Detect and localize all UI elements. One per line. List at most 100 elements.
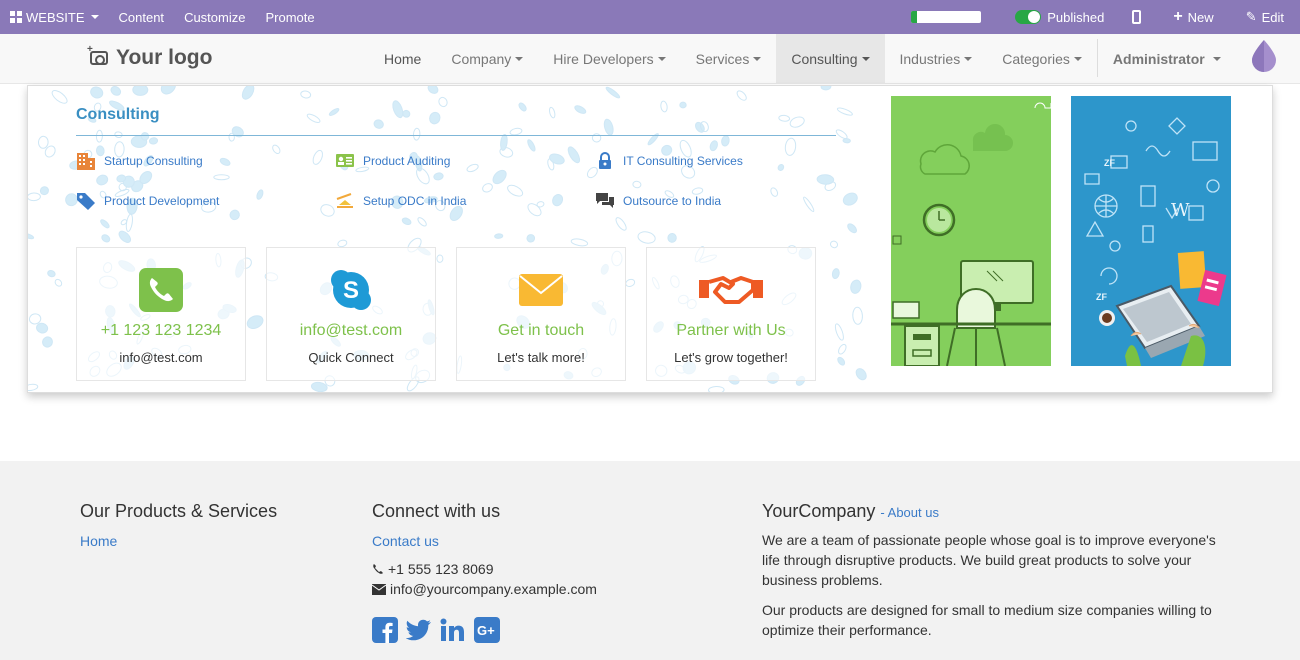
linkedin-icon[interactable] (440, 617, 466, 643)
published-toggle[interactable]: Published (1005, 0, 1126, 34)
lock-icon (599, 152, 611, 169)
footer-phone: +1 555 123 8069 (372, 559, 597, 579)
caret-down-icon (515, 56, 524, 61)
contact-card-skype[interactable]: S info@test.com Quick Connect (266, 247, 436, 381)
user-menu[interactable]: Administrator (1098, 34, 1236, 83)
website-menu-toggle[interactable]: WEBSITE (0, 0, 109, 34)
new-button[interactable]: + New (1163, 0, 1235, 34)
nav-company[interactable]: Company (436, 34, 538, 83)
footer-email: info@yourcompany.example.com (372, 579, 597, 599)
google-plus-icon[interactable]: G+ (474, 617, 500, 643)
link-it-consulting-services[interactable]: IT Consulting Services (595, 151, 743, 171)
nav-consulting[interactable]: Consulting (776, 34, 885, 83)
card-title: Get in touch (497, 322, 585, 339)
card-subtitle: Let's talk more! (497, 350, 585, 365)
nav-services[interactable]: Services (681, 34, 777, 83)
nav-hire-developers[interactable]: Hire Developers (538, 34, 680, 83)
customize-menu[interactable]: Customize (174, 0, 255, 34)
link-setup-odc-india[interactable]: Setup ODC in India (335, 191, 466, 211)
footer-home-link[interactable]: Home (80, 533, 277, 549)
seo-progress-bar[interactable] (911, 11, 982, 23)
website-menu-label: WEBSITE (26, 9, 85, 25)
card-subtitle: Let's grow together! (674, 350, 788, 365)
envelope-icon (372, 583, 386, 595)
link-product-auditing[interactable]: Product Auditing (335, 151, 450, 171)
nav-industries-label: Industries (899, 50, 961, 67)
toggle-switch (1015, 10, 1042, 24)
footer-company-title: YourCompany - About us (762, 501, 1222, 522)
nav-home-label: Home (384, 50, 422, 67)
id-card-icon (336, 154, 354, 167)
nav-categories[interactable]: Categories (987, 34, 1097, 83)
site-footer: Our Products & Services Home Connect wit… (0, 461, 1300, 660)
site-logo[interactable]: Your logo (87, 44, 212, 70)
consulting-mega-menu: Consulting Startup Consulting Product Au… (27, 85, 1273, 393)
pencil-icon: ✎ (1245, 9, 1257, 24)
nav-industries[interactable]: Industries (885, 34, 988, 83)
mobile-preview-button[interactable] (1126, 0, 1163, 34)
contact-card-partner[interactable]: Partner with Us Let's grow together! (646, 247, 816, 381)
chat-icon (596, 193, 614, 208)
link-label: Setup ODC in India (363, 194, 467, 208)
caret-down-icon (964, 56, 973, 61)
card-title: +1 123 123 1234 (100, 322, 222, 339)
footer-contact-link[interactable]: Contact us (372, 533, 597, 549)
published-label: Published (1047, 9, 1105, 25)
footer-connect-column: Connect with us Contact us +1 555 123 80… (372, 501, 597, 643)
contact-card-email[interactable]: Get in touch Let's talk more! (456, 247, 626, 381)
new-label: New (1187, 9, 1214, 25)
content-menu[interactable]: Content (109, 0, 175, 34)
edit-label: Edit (1261, 9, 1284, 25)
footer-company-description: We are a team of passionate people whose… (762, 532, 1216, 588)
apps-grid-icon (10, 11, 22, 23)
link-startup-consulting[interactable]: Startup Consulting (76, 151, 203, 171)
footer-products-column: Our Products & Services Home (80, 501, 277, 549)
plus-icon: + (1173, 8, 1183, 25)
contact-card-phone[interactable]: +1 123 123 1234 info@test.com (76, 247, 246, 381)
handshake-icon (699, 276, 763, 304)
link-label: Startup Consulting (104, 154, 203, 168)
skype-icon: S (331, 270, 371, 310)
caret-down-icon (657, 56, 666, 61)
footer-about-link[interactable]: - About us (880, 505, 939, 520)
link-outsource-india[interactable]: Outsource to India (595, 191, 721, 211)
link-label: IT Consulting Services (623, 154, 743, 168)
twitter-icon[interactable] (406, 617, 432, 643)
link-product-development[interactable]: Product Development (76, 191, 219, 211)
footer-connect-title: Connect with us (372, 501, 501, 521)
card-title: info@test.com (299, 322, 403, 339)
phone-icon (139, 268, 183, 312)
footer-company-products-text: Our products are designed for small to m… (762, 602, 1212, 638)
camera-icon (87, 44, 108, 65)
promote-menu[interactable]: Promote (255, 0, 324, 34)
tech-doodle-illustration-banner[interactable]: ZF ZF W (1071, 96, 1231, 366)
link-label: Product Development (104, 194, 220, 208)
footer-products-title: Our Products & Services (80, 501, 278, 521)
svg-text:ZF: ZF (1104, 158, 1115, 168)
nav-services-label: Services (695, 50, 750, 67)
mobile-icon (1132, 10, 1142, 24)
workspace-illustration-banner[interactable] (891, 96, 1051, 366)
facebook-icon[interactable] (372, 617, 398, 643)
footer-company-column: YourCompany - About us We are a team of … (762, 501, 1222, 640)
footer-company-name: YourCompany (762, 501, 876, 521)
card-title: Partner with Us (676, 322, 786, 339)
nav-hire-developers-label: Hire Developers (553, 50, 654, 67)
nav-consulting-label: Consulting (791, 50, 858, 67)
nav-company-label: Company (451, 50, 512, 67)
caret-down-icon (90, 15, 99, 19)
user-menu-label: Administrator (1112, 50, 1205, 67)
main-navbar: Your logo Home Company Hire Developers S… (0, 34, 1300, 84)
svg-text:ZF: ZF (1096, 292, 1107, 302)
link-label: Outsource to India (623, 194, 722, 208)
nav-home[interactable]: Home (369, 34, 436, 83)
odoo-drop-icon[interactable] (1250, 39, 1278, 73)
card-subtitle: info@test.com (119, 350, 203, 365)
card-subtitle: Quick Connect (308, 350, 394, 365)
caret-down-icon (753, 56, 762, 61)
mega-menu-title: Consulting (76, 106, 160, 123)
envelope-icon (519, 274, 563, 306)
footer-phone-text: +1 555 123 8069 (388, 561, 494, 577)
edit-button[interactable]: ✎ Edit (1236, 0, 1300, 34)
nav-menu: Home Company Hire Developers Services Co… (369, 34, 1236, 83)
